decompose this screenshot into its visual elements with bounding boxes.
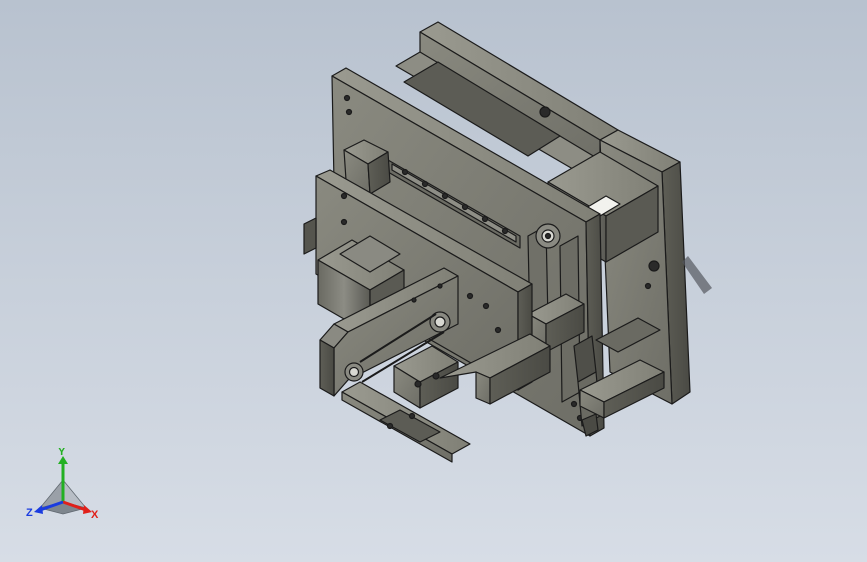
z-axis-arrowhead	[34, 505, 43, 514]
cad-assembly-model[interactable]	[0, 0, 867, 562]
z-axis-label: Z	[26, 507, 33, 519]
cad-viewport[interactable]: Y X Z	[0, 0, 867, 562]
x-axis-label: X	[91, 509, 99, 521]
view-orientation-triad[interactable]: Y X Z	[26, 448, 102, 522]
y-axis-label: Y	[58, 448, 66, 458]
